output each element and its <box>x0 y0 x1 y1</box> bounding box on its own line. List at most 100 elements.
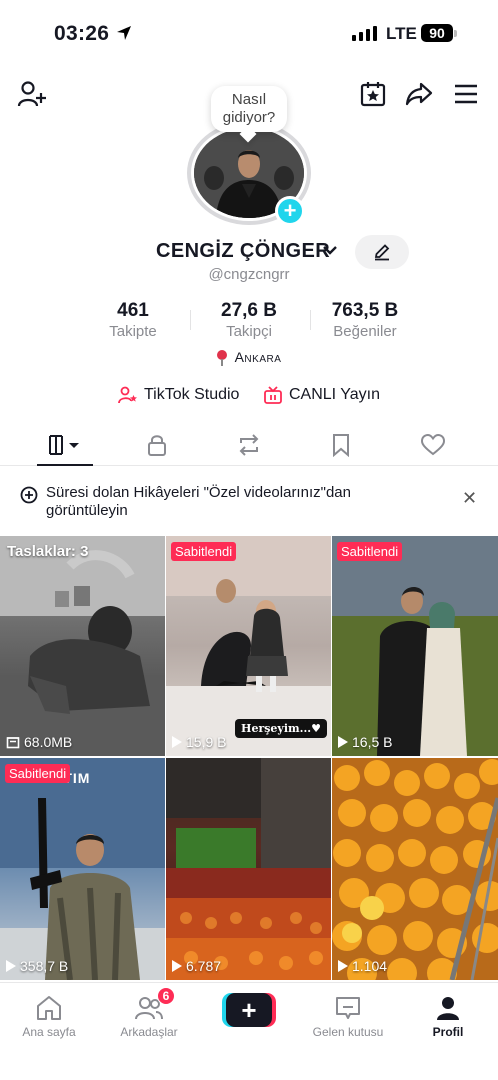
stat-followers[interactable]: 27,6 B Takipçi <box>184 300 314 340</box>
calendar-star-icon[interactable] <box>356 78 390 110</box>
play-icon <box>172 736 182 748</box>
status-bar: 03:26 LTE 90 <box>0 0 498 66</box>
share-icon[interactable] <box>402 78 436 110</box>
repost-icon <box>239 434 259 456</box>
pinned-badge: Sabitlendi <box>337 542 403 561</box>
video-grid: Taslaklar: 3 68.0MB Sabitlendi Herşeyim.… <box>0 536 498 982</box>
pinned-badge: Sabitlendi <box>171 542 237 561</box>
stories-notice[interactable]: Süresi dolan Hikâyeleri "Özel videoların… <box>0 482 498 524</box>
bubble-text: Nasıl gidiyor? <box>222 91 276 126</box>
play-icon <box>338 960 348 972</box>
nav-label: Gelen kutusu <box>312 1025 384 1039</box>
profile-handle: @cngzcngrr <box>208 266 290 283</box>
video-thumbnail <box>332 536 498 756</box>
video-tile[interactable]: Sabitlendi 16,5 B <box>332 536 498 756</box>
play-icon <box>172 960 182 972</box>
nav-label: Ana sayfa <box>22 1025 76 1039</box>
view-count: 358,7 B <box>6 958 68 974</box>
close-icon[interactable]: ✕ <box>462 488 477 509</box>
chevron-down-icon[interactable] <box>322 244 338 256</box>
pinned-badge: Sabitlendi <box>5 764 71 783</box>
nav-label: Arkadaşlar <box>120 1025 178 1039</box>
stats-row: 461 Takipte 27,6 B Takipçi 763,5 B Beğen… <box>0 300 498 344</box>
tab-liked[interactable] <box>403 430 463 460</box>
lock-icon <box>148 435 166 456</box>
story-add-icon <box>20 486 38 504</box>
heart-icon <box>420 434 446 456</box>
nav-label: Profil <box>432 1025 464 1039</box>
tab-videos[interactable] <box>35 430 95 460</box>
status-bubble[interactable]: Nasıl gidiyor? <box>211 86 287 132</box>
location-text: Ankara <box>234 349 282 365</box>
view-count: 15,9 B <box>172 734 226 750</box>
stat-label: Takipçi <box>226 323 272 340</box>
live-link[interactable]: CANLI Yayın <box>263 386 380 404</box>
view-count: 6.787 <box>172 958 221 974</box>
view-count-text: 16,5 B <box>352 734 393 750</box>
plus-icon: + <box>226 993 272 1027</box>
inbox-icon <box>336 997 360 1019</box>
stat-label: Beğeniler <box>333 323 397 340</box>
drafts-label: Taslaklar: 3 <box>7 543 89 560</box>
drafts-tile[interactable]: Taslaklar: 3 68.0MB <box>0 536 165 756</box>
bottom-nav: Ana sayfa Arkadaşlar 6 + Gelen kutusu Pr… <box>0 982 498 1080</box>
stat-value: 763,5 B <box>331 300 399 321</box>
profile-name[interactable]: CENGİZ ÇÖNGER <box>156 240 330 263</box>
archive-icon <box>6 737 20 749</box>
video-thumbnail <box>0 536 165 756</box>
add-story-icon[interactable]: + <box>275 196 305 226</box>
home-icon <box>37 996 61 1020</box>
location: Ankara <box>0 349 498 366</box>
notice-text: Süresi dolan Hikâyeleri "Özel videoların… <box>46 484 351 519</box>
tiktok-studio-link[interactable]: TikTok Studio <box>118 386 239 404</box>
name-row: CENGİZ ÇÖNGER <box>0 235 498 269</box>
video-thumbnail <box>0 758 165 980</box>
nav-profile[interactable]: Profil <box>403 993 493 1039</box>
view-count-text: 1.104 <box>352 958 388 974</box>
video-tile[interactable]: 1.104 <box>332 758 498 980</box>
location-pin-icon <box>216 350 227 366</box>
network-type: LTE <box>386 24 417 43</box>
video-tile[interactable]: Sabitlendi Herşeyim...♥ 15,9 B <box>166 536 331 756</box>
view-count: 16,5 B <box>338 734 392 750</box>
link-label: CANLI Yayın <box>289 386 381 403</box>
live-tv-icon <box>264 386 282 404</box>
tab-active-indicator <box>37 464 93 466</box>
battery-level: 90 <box>429 25 445 41</box>
notification-badge: 6 <box>157 987 175 1005</box>
video-thumbnail <box>166 758 331 980</box>
status-time: 03:26 <box>54 22 110 45</box>
video-overlay-text: Herşeyim...♥ <box>235 719 327 738</box>
video-tile[interactable]: RAKTIM Sabitlendi 358,7 B <box>0 758 165 980</box>
tab-reposts[interactable] <box>219 430 279 460</box>
menu-icon[interactable] <box>449 78 483 110</box>
view-count-text: 15,9 B <box>186 734 227 750</box>
nav-inbox[interactable]: Gelen kutusu <box>303 993 393 1039</box>
view-count-text: 6.787 <box>186 958 222 974</box>
videos-grid-icon <box>49 435 79 455</box>
stat-value: 27,6 B <box>221 300 277 321</box>
add-friend-icon[interactable] <box>14 78 50 110</box>
battery-nub <box>454 30 457 37</box>
person-star-icon <box>118 386 137 404</box>
video-thumbnail <box>332 758 498 980</box>
edit-profile-button[interactable] <box>355 235 409 269</box>
stat-following[interactable]: 461 Takipte <box>68 300 198 340</box>
file-size: 68.0MB <box>6 734 72 750</box>
view-count: 1.104 <box>338 958 387 974</box>
tab-favorites[interactable] <box>311 430 371 460</box>
signal-icon <box>352 26 377 41</box>
profile-links: TikTok Studio CANLI Yayın <box>0 386 498 410</box>
file-size-text: 68.0MB <box>24 734 73 750</box>
nav-friends[interactable]: Arkadaşlar <box>104 993 194 1039</box>
video-tile[interactable]: 6.787 <box>166 758 331 980</box>
play-icon <box>338 736 348 748</box>
play-icon <box>6 960 16 972</box>
location-arrow-icon <box>117 26 131 40</box>
tab-private[interactable] <box>127 430 187 460</box>
nav-home[interactable]: Ana sayfa <box>4 993 94 1039</box>
create-button[interactable]: + <box>222 993 276 1027</box>
stat-likes[interactable]: 763,5 B Beğeniler <box>300 300 430 340</box>
battery-icon: 90 <box>421 24 453 42</box>
profile-icon <box>437 997 459 1020</box>
